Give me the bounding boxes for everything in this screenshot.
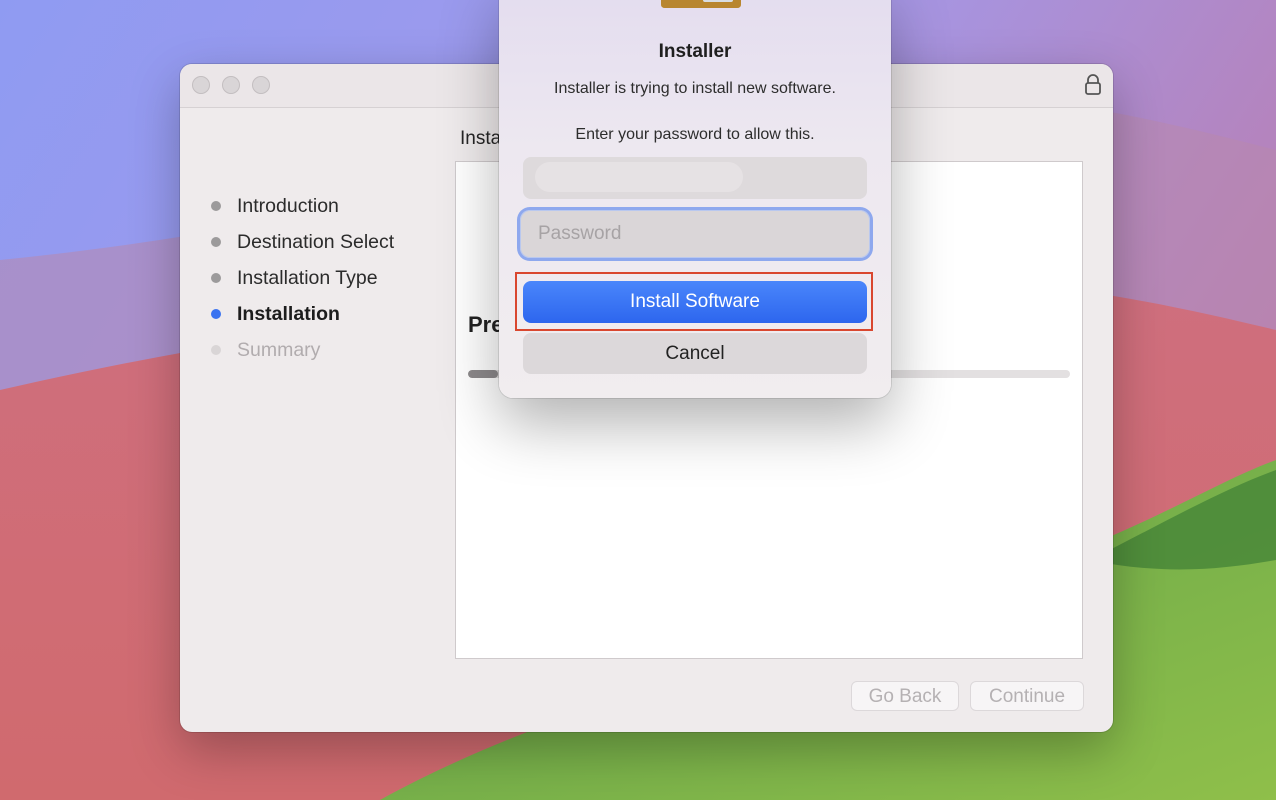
step-label: Destination Select xyxy=(237,231,395,253)
cancel-button[interactable]: Cancel xyxy=(523,333,867,374)
password-field[interactable] xyxy=(520,210,870,258)
step-summary: Summary xyxy=(208,336,394,372)
step-label: Summary xyxy=(237,339,321,361)
step-dot-icon xyxy=(211,237,221,247)
continue-button[interactable]: Continue xyxy=(970,681,1084,711)
installer-app-icon xyxy=(661,0,741,8)
step-dot-icon xyxy=(211,309,221,319)
step-introduction: Introduction xyxy=(208,192,394,228)
install-software-button[interactable]: Install Software xyxy=(523,281,867,323)
go-back-button[interactable]: Go Back xyxy=(851,681,959,711)
close-window-button[interactable] xyxy=(192,76,210,94)
step-label: Installation Type xyxy=(237,267,378,289)
step-dot-icon xyxy=(211,201,221,211)
dialog-prompt: Enter your password to allow this. xyxy=(575,126,815,143)
dialog-message: Installer is trying to install new softw… xyxy=(554,80,836,97)
step-dot-icon xyxy=(211,273,221,283)
progress-fill xyxy=(468,370,499,378)
username-field[interactable] xyxy=(523,157,867,199)
step-label: Installation xyxy=(237,303,340,325)
installer-steps: Introduction Destination Select Installa… xyxy=(208,192,394,372)
desktop: Introduction Destination Select Installa… xyxy=(0,0,1276,800)
username-redacted xyxy=(535,162,743,192)
step-label: Introduction xyxy=(237,195,339,217)
step-installation-type: Installation Type xyxy=(208,264,394,300)
step-dot-icon xyxy=(211,345,221,355)
minimize-window-button[interactable] xyxy=(222,76,240,94)
step-destination-select: Destination Select xyxy=(208,228,394,264)
zoom-window-button[interactable] xyxy=(252,76,270,94)
lock-icon[interactable] xyxy=(1083,73,1103,97)
dialog-title: Installer xyxy=(658,41,732,62)
pane-title: Insta xyxy=(460,128,502,149)
auth-dialog: Installer Installer is trying to install… xyxy=(499,0,891,398)
step-installation: Installation xyxy=(208,300,394,336)
